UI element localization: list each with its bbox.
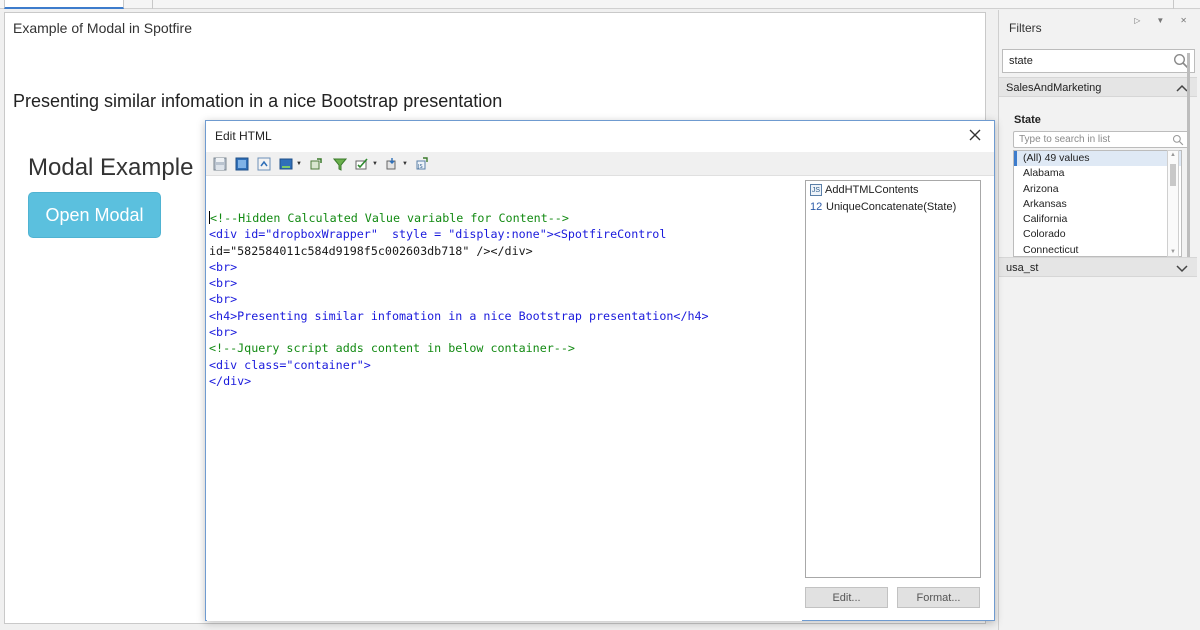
close-icon[interactable]: ✕ bbox=[1180, 16, 1187, 25]
insert-image-icon[interactable] bbox=[234, 156, 250, 172]
filter-group-label: SalesAndMarketing bbox=[1006, 82, 1102, 94]
list-item[interactable]: California bbox=[1014, 212, 1181, 227]
filter-group-salesandmarketing[interactable]: SalesAndMarketing bbox=[999, 77, 1197, 97]
viz-title: Example of Modal in Spotfire bbox=[13, 20, 192, 36]
filter-icon[interactable] bbox=[332, 156, 348, 172]
list-item[interactable]: JS AddHTMLContents bbox=[810, 184, 919, 196]
state-filter-label: State bbox=[1014, 114, 1041, 126]
close-icon[interactable] bbox=[965, 125, 985, 145]
viz-subheading: Presenting similar infomation in a nice … bbox=[13, 91, 503, 111]
filter-group-label: usa_st bbox=[1006, 262, 1039, 274]
filter-search-value: state bbox=[1009, 55, 1033, 67]
format-button[interactable]: Format... bbox=[897, 587, 980, 608]
insert-control-icon[interactable] bbox=[278, 156, 294, 172]
spotfire-window: Example of Modal in Spotfire Presenting … bbox=[0, 0, 1200, 630]
inserted-items-list[interactable]: JS AddHTMLContents 12 UniqueConcatenate(… bbox=[805, 180, 981, 578]
insert-link-icon[interactable] bbox=[256, 156, 272, 172]
code-line: <div id="dropboxWrapper" style = "displa… bbox=[209, 227, 667, 242]
dropdown-caret-icon[interactable]: ▼ bbox=[372, 161, 378, 167]
dialog-title: Edit HTML bbox=[215, 129, 272, 143]
code-line: <h4>Presenting similar infomation in a n… bbox=[209, 308, 709, 323]
filters-title: Filters bbox=[1009, 21, 1042, 35]
modal-example-heading: Modal Example bbox=[28, 154, 194, 181]
pin-icon[interactable]: ▼ bbox=[1156, 16, 1164, 25]
options-icon[interactable]: ▷ bbox=[1134, 16, 1140, 25]
list-item[interactable]: Colorado bbox=[1014, 227, 1181, 242]
search-icon bbox=[1172, 134, 1184, 146]
filters-header: Filters ▷ ▼ ✕ bbox=[999, 10, 1200, 44]
filter-group-usa-st[interactable]: usa_st bbox=[999, 257, 1197, 277]
chevron-down-icon[interactable] bbox=[1175, 261, 1189, 275]
list-item-label: AddHTMLContents bbox=[825, 184, 919, 196]
filters-scrollbar[interactable] bbox=[1187, 53, 1190, 258]
state-list-scrollbar[interactable]: ▲ ▼ bbox=[1167, 150, 1179, 257]
list-item[interactable]: Alabama bbox=[1014, 166, 1181, 181]
code-line: <div class="container"> bbox=[209, 357, 371, 372]
calculated-value-icon: 12 bbox=[810, 201, 823, 213]
html-code[interactable]: <!--Hidden Calculated Value variable for… bbox=[209, 210, 709, 389]
editor-toolbar: ▼ ▼ ▼ JS bbox=[206, 152, 994, 176]
state-list-box[interactable]: (All) 49 values Alabama Arizona Arkansas… bbox=[1013, 150, 1182, 257]
list-item[interactable]: 12 UniqueConcatenate(State) bbox=[810, 201, 956, 213]
list-search-placeholder: Type to search in list bbox=[1019, 134, 1111, 145]
list-item[interactable]: Arkansas bbox=[1014, 197, 1181, 212]
list-item[interactable]: Arizona bbox=[1014, 182, 1181, 197]
filters-header-icons: ▷ ▼ ✕ bbox=[1134, 16, 1187, 25]
filters-panel: Filters ▷ ▼ ✕ state SalesAndMarketing St… bbox=[998, 10, 1200, 630]
tab-separator bbox=[152, 0, 153, 9]
scroll-down-icon[interactable]: ▼ bbox=[1170, 249, 1176, 255]
list-search-input[interactable]: Type to search in list bbox=[1013, 131, 1189, 148]
code-line: <!--Hidden Calculated Value variable for… bbox=[210, 211, 569, 225]
property-control-icon[interactable] bbox=[354, 156, 370, 172]
code-line: <br> bbox=[209, 276, 238, 291]
dynamic-item-icon[interactable] bbox=[384, 156, 400, 172]
active-page-tab[interactable] bbox=[4, 0, 124, 9]
svg-text:JS: JS bbox=[417, 164, 423, 170]
insert-action-icon[interactable] bbox=[308, 156, 324, 172]
list-item[interactable]: (All) 49 values bbox=[1014, 151, 1181, 167]
page-tab-strip bbox=[0, 0, 1200, 9]
code-line: <!--Jquery script adds content in below … bbox=[209, 341, 575, 356]
code-line: id="582584011c584d9198f5c002603db718" />… bbox=[209, 243, 533, 258]
edit-button[interactable]: Edit... bbox=[805, 587, 888, 608]
edit-html-dialog: Edit HTML ▼ ▼ ▼ JS <!--Hidden Calculated… bbox=[205, 120, 995, 621]
list-item-label: UniqueConcatenate(State) bbox=[826, 201, 957, 213]
html-code-editor[interactable]: <!--Hidden Calculated Value variable for… bbox=[207, 177, 802, 621]
dropdown-caret-icon[interactable]: ▼ bbox=[296, 161, 302, 167]
script-icon: JS bbox=[810, 184, 822, 196]
list-item[interactable]: Connecticut bbox=[1014, 243, 1181, 256]
filter-search-input[interactable]: state bbox=[1002, 49, 1195, 73]
code-line: <br> bbox=[209, 325, 238, 340]
code-line: <br> bbox=[209, 259, 238, 274]
insert-script-icon[interactable]: JS bbox=[414, 156, 430, 172]
code-line: <br> bbox=[209, 292, 238, 307]
tab-separator-right bbox=[1173, 0, 1174, 9]
save-icon[interactable] bbox=[212, 156, 228, 172]
scrollbar-thumb[interactable] bbox=[1170, 164, 1176, 186]
dropdown-caret-icon[interactable]: ▼ bbox=[402, 161, 408, 167]
scroll-up-icon[interactable]: ▲ bbox=[1170, 152, 1176, 158]
code-line: </div> bbox=[209, 373, 252, 388]
open-modal-button[interactable]: Open Modal bbox=[28, 192, 161, 238]
